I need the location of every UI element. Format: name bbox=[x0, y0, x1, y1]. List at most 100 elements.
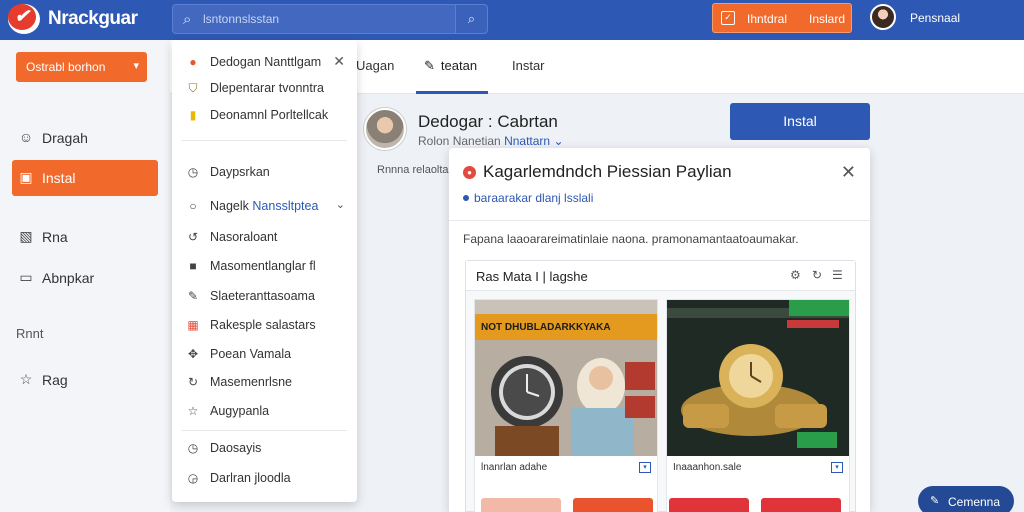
loop-icon: ↺ bbox=[187, 230, 199, 244]
clock-icon: ◶ bbox=[187, 471, 199, 485]
menu-item[interactable]: ▦ Rakesple salastars bbox=[172, 313, 357, 337]
clock-icon: ◷ bbox=[187, 165, 199, 179]
floating-action-button[interactable]: ✎ Cemenna bbox=[918, 486, 1014, 512]
preview-panel: Ras Mata I | lagshe ⚙ ↻ ☰ NOT DHUBLADARK… bbox=[465, 260, 856, 512]
profile-sub-link[interactable]: Nnattarn bbox=[504, 134, 550, 148]
menu-item[interactable]: ↻ Masemenrlsne bbox=[172, 370, 357, 394]
menu-item-label: Slaeteranttasoama bbox=[210, 289, 315, 303]
divider bbox=[449, 220, 870, 221]
menu-item-label: Nasoraloant bbox=[210, 230, 278, 244]
circle-icon: ○ bbox=[189, 199, 197, 213]
detail-modal: ● Kagarlemdndch Piessian Paylian ✕ baraa… bbox=[449, 148, 870, 512]
menu-item[interactable]: ↺ Nasoraloant bbox=[172, 225, 357, 249]
menu-item-sub: Nanssltptea bbox=[252, 199, 319, 213]
modal-description: Fapana laaoarareimatinlaie naona. pramon… bbox=[463, 232, 799, 246]
card-primary-button[interactable] bbox=[761, 498, 841, 512]
product-card[interactable]: NOT DHUBLADARKKYAKA lnanrlan adahe ▾ bbox=[474, 299, 658, 512]
loop-icon: ↻ bbox=[187, 375, 199, 389]
install-icon: ▣ bbox=[19, 169, 33, 185]
list-icon[interactable]: ☰ bbox=[832, 268, 843, 282]
top-action-label-2: Inslard bbox=[809, 12, 846, 26]
sidebar-item-rna[interactable]: ▧ Rna bbox=[12, 219, 158, 255]
search-icon: ⌕ bbox=[183, 11, 192, 28]
chevron-down-icon[interactable]: ⌄ bbox=[553, 134, 563, 148]
edit-icon: ✎ bbox=[187, 289, 199, 303]
menu-item[interactable]: ◶ Darlran jloodla bbox=[172, 466, 357, 490]
menu-item-label: Rakesple salastars bbox=[210, 318, 316, 332]
menu-item-label: Deonamnl Porltellcak bbox=[210, 108, 329, 122]
sidebar-item-instal[interactable]: ▣ Instal bbox=[12, 160, 158, 196]
menu-item-label: Dedogan Nanttlgam bbox=[210, 55, 322, 69]
menu-item-label: Daypsrkan bbox=[210, 165, 270, 179]
modal-subtitle[interactable]: baraarakar dlanj lsslali bbox=[463, 191, 593, 205]
menu-item[interactable]: ● Dedogan Nanttlgam ✕ bbox=[172, 50, 357, 74]
sidebar: Ostrabl borhon ▾ ☺ Dragah ▣ Instal ▧ Rna… bbox=[0, 40, 170, 512]
star-icon: ☆ bbox=[187, 404, 199, 418]
profile-name: Dedogar : Cabrtan bbox=[418, 112, 558, 131]
menu-item[interactable]: ✥ Poean Vamala bbox=[172, 342, 357, 366]
sidebar-item-abnpkar[interactable]: ▭ Abnpkar bbox=[12, 260, 158, 296]
divider bbox=[182, 140, 347, 141]
modal-subtitle-text: baraarakar dlanj lsslali bbox=[474, 191, 594, 205]
menu-item[interactable]: ■ Masomentlanglar fl bbox=[172, 254, 357, 278]
card-caption: lnanrlan adahe bbox=[481, 462, 548, 473]
logo-icon[interactable]: ✔ bbox=[8, 4, 36, 30]
product-card[interactable]: Inaaanhon.sale ▾ bbox=[666, 299, 850, 512]
lock-icon: ■ bbox=[189, 259, 197, 273]
card-secondary-button[interactable] bbox=[481, 498, 561, 512]
clock-icon: ◷ bbox=[187, 441, 199, 455]
menu-item[interactable]: ○ Nagelk Nanssltptea ⌄ bbox=[172, 194, 357, 218]
menu-item[interactable]: ⛉ Dlepentarar tvonntra bbox=[172, 76, 357, 100]
top-action-button[interactable]: ✓ Ihntdral Inslard bbox=[712, 3, 852, 33]
card-primary-button[interactable] bbox=[573, 498, 653, 512]
user-name[interactable]: Pensnaal bbox=[910, 11, 960, 25]
star-icon: ☆ bbox=[19, 371, 33, 387]
close-icon[interactable]: ✕ bbox=[841, 162, 856, 183]
primary-action-label: Ostrabl borhon bbox=[26, 60, 106, 74]
settings-icon[interactable]: ⚙ bbox=[790, 268, 801, 282]
sidebar-item-label: Abnpkar bbox=[42, 270, 95, 286]
close-icon[interactable]: ✕ bbox=[333, 53, 345, 70]
menu-item-label: Nagelk Nanssltptea bbox=[210, 199, 318, 213]
menu-item-text: Nagelk bbox=[210, 199, 249, 213]
avatar[interactable] bbox=[870, 4, 896, 30]
sidebar-item-dragah[interactable]: ☺ Dragah bbox=[12, 120, 158, 156]
search-button[interactable]: ⌕ bbox=[455, 5, 487, 33]
primary-action-button[interactable]: Ostrabl borhon ▾ bbox=[16, 52, 147, 82]
tab-teatan[interactable]: ✎ teatan bbox=[424, 58, 477, 74]
tab-active-indicator bbox=[416, 91, 488, 94]
sidebar-item-label: Rna bbox=[42, 229, 68, 245]
card-secondary-button[interactable] bbox=[669, 498, 749, 512]
product-image: NOT DHUBLADARKKYAKA bbox=[475, 300, 657, 456]
folder-icon: ▮ bbox=[189, 108, 197, 122]
menu-item-label: Darlran jloodla bbox=[210, 471, 291, 485]
info-icon[interactable]: ▾ bbox=[831, 462, 843, 473]
menu-item[interactable]: ✎ Slaeteranttasoama bbox=[172, 284, 357, 308]
menu-item-label: Masemenrlsne bbox=[210, 375, 292, 389]
menu-item-label: Augypanla bbox=[210, 404, 270, 418]
top-action-label-1: Ihntdral bbox=[747, 12, 788, 26]
move-icon: ✥ bbox=[187, 347, 199, 361]
dropdown-menu: ● Dedogan Nanttlgam ✕ ⛉ Dlepentarar tvon… bbox=[172, 40, 357, 502]
app-title: Nrackguar bbox=[48, 8, 138, 29]
menu-item[interactable]: ☆ Augypanla bbox=[172, 399, 357, 423]
refresh-icon[interactable]: ↻ bbox=[812, 268, 822, 282]
chevron-down-icon[interactable]: ⌄ bbox=[336, 198, 345, 211]
product-image-graphic bbox=[667, 300, 849, 456]
grid-icon: ▦ bbox=[187, 318, 199, 332]
search-input[interactable] bbox=[203, 10, 443, 28]
tab-uagan[interactable]: Uagan bbox=[356, 58, 394, 73]
menu-item[interactable]: ◷ Daypsrkan bbox=[172, 160, 357, 184]
install-button[interactable]: Instal bbox=[730, 103, 870, 140]
menu-item[interactable]: ◷ Daosayis bbox=[172, 436, 357, 460]
search-bar: ⌕ ⌕ bbox=[172, 4, 488, 34]
check-circle-icon: ● bbox=[189, 55, 197, 69]
divider bbox=[182, 430, 347, 431]
box-icon: ✓ bbox=[721, 11, 735, 25]
tab-instar[interactable]: Instar bbox=[512, 58, 545, 73]
info-icon[interactable]: ▾ bbox=[639, 462, 651, 473]
menu-item[interactable]: ▮ Deonamnl Porltellcak bbox=[172, 103, 357, 127]
profile-avatar bbox=[364, 108, 406, 150]
bullet-icon bbox=[463, 195, 469, 201]
sidebar-item-rag[interactable]: ☆ Rag bbox=[12, 362, 158, 398]
